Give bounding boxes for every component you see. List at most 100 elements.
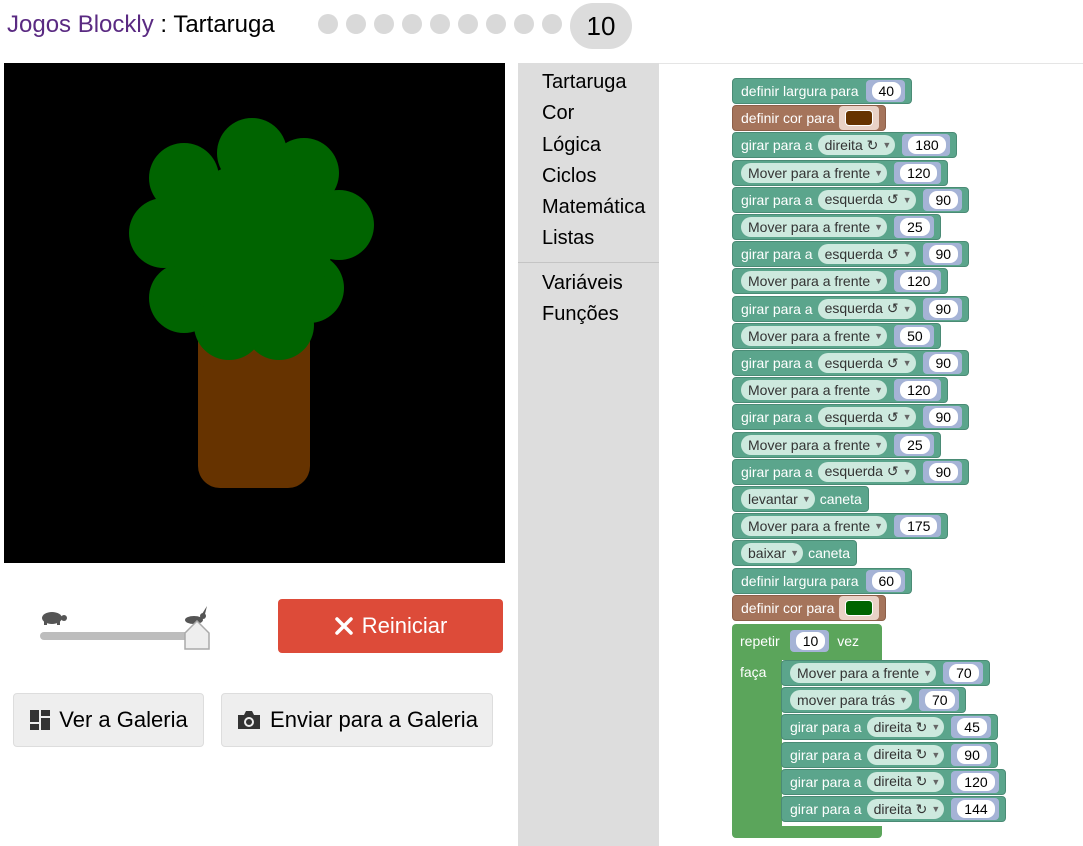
number-input-block[interactable]: 90 (922, 352, 963, 374)
toolbox-category[interactable]: Tartaruga (542, 71, 627, 94)
number-input-block[interactable]: 40 (865, 80, 906, 102)
block-width[interactable]: definir largura para 40 (732, 78, 913, 104)
reset-button[interactable]: Reiniciar (278, 599, 503, 653)
toolbox-category[interactable]: Matemática (542, 196, 645, 219)
dropdown-field[interactable]: direita ↻ ▼ (866, 717, 945, 738)
number-input-block[interactable]: 90 (922, 297, 963, 320)
block-turn[interactable]: girar para a esquerda ↺ ▼ 90 (732, 350, 970, 376)
level-dot[interactable] (458, 14, 478, 34)
number-field[interactable]: 175 (900, 517, 938, 536)
number-field[interactable]: 120 (957, 772, 995, 791)
toolbox-category[interactable]: Ciclos (542, 165, 596, 188)
number-input-block[interactable]: 25 (894, 433, 934, 456)
dropdown-field[interactable]: esquerda ↺ ▼ (817, 189, 916, 210)
number-field[interactable]: 90 (928, 245, 959, 264)
speed-track[interactable] (40, 632, 198, 640)
dropdown-field[interactable]: Mover para a frente ▼ (741, 380, 888, 401)
level-dot[interactable] (318, 14, 338, 34)
dropdown-field[interactable]: baixar ▼ (741, 543, 804, 564)
dropdown-field[interactable]: esquerda ↺ ▼ (817, 353, 916, 373)
color-swatch[interactable] (845, 110, 874, 127)
block-width[interactable]: definir largura para 60 (732, 567, 913, 594)
number-input-block[interactable]: 90 (922, 406, 963, 429)
number-field[interactable]: 120 (900, 272, 938, 291)
level-dot[interactable] (514, 14, 534, 34)
dropdown-field[interactable]: Mover para a frente ▼ (741, 516, 888, 537)
dropdown-field[interactable]: direita ↻ ▼ (866, 744, 945, 765)
toolbox-category[interactable]: Cor (542, 102, 574, 125)
number-field[interactable]: 90 (928, 408, 959, 427)
dropdown-field[interactable]: esquerda ↺ ▼ (817, 244, 916, 265)
number-field[interactable]: 10 (795, 632, 826, 650)
number-input-block[interactable]: 180 (902, 134, 950, 157)
number-field[interactable]: 45 (957, 718, 987, 737)
dropdown-field[interactable]: mover para trás ▼ (790, 690, 912, 711)
number-input-block[interactable]: 175 (894, 515, 942, 538)
block-move[interactable]: Mover para a frente ▼ 25 (732, 431, 941, 458)
block-move[interactable]: Mover para a frente ▼ 70 (781, 660, 990, 686)
block-move[interactable]: Mover para a frente ▼ 25 (732, 214, 941, 240)
dropdown-field[interactable]: Mover para a frente ▼ (741, 162, 888, 183)
level-dot[interactable] (346, 14, 366, 34)
number-field[interactable]: 25 (900, 435, 930, 454)
number-input-block[interactable]: 90 (951, 743, 991, 766)
number-input-block[interactable]: 50 (894, 324, 934, 347)
toolbox-category[interactable]: Funções (542, 303, 619, 326)
block-turn[interactable]: girar para a direita ↻ ▼ 120 (781, 768, 1006, 795)
number-input-block[interactable]: 144 (951, 798, 999, 820)
level-dot[interactable] (542, 14, 562, 34)
block-move[interactable]: Mover para a frente ▼ 120 (732, 268, 949, 295)
number-field[interactable]: 50 (900, 326, 930, 345)
blocks-workspace[interactable]: definir largura para 40 definir cor para gi… (659, 63, 1083, 846)
block-turn[interactable]: girar para a direita ↻ ▼ 180 (732, 132, 957, 159)
block-pen[interactable]: levantar ▼ caneta (732, 486, 869, 512)
block-move[interactable]: Mover para a frente ▼ 175 (732, 513, 949, 540)
level-dot[interactable] (374, 14, 394, 34)
speed-slider[interactable] (38, 602, 218, 650)
number-input-block[interactable]: 90 (922, 460, 963, 483)
number-field[interactable]: 90 (957, 745, 987, 764)
gallery-button[interactable]: Ver a Galeria (13, 693, 204, 747)
block-turn[interactable]: girar para a esquerda ↺ ▼ 90 (732, 295, 970, 322)
number-input-block[interactable]: 60 (865, 569, 906, 592)
dropdown-field[interactable]: direita ↻ ▼ (817, 135, 896, 156)
toolbox-category[interactable]: Listas (542, 227, 594, 250)
number-field[interactable]: 180 (908, 136, 946, 155)
number-field[interactable]: 120 (900, 163, 938, 182)
number-field[interactable]: 144 (957, 800, 995, 818)
number-field[interactable]: 70 (949, 664, 979, 682)
submit-to-gallery-button[interactable]: Enviar para a Galeria (221, 693, 493, 747)
number-input-block[interactable]: 70 (918, 689, 959, 712)
number-input-block[interactable]: 45 (951, 716, 991, 739)
block-move[interactable]: Mover para a frente ▼ 50 (732, 322, 941, 349)
block-pen[interactable]: baixar ▼ caneta (732, 540, 858, 567)
level-dot[interactable] (402, 14, 422, 34)
number-field[interactable]: 90 (928, 190, 959, 209)
number-input-block[interactable]: 120 (951, 770, 999, 793)
dropdown-field[interactable]: levantar ▼ (741, 489, 815, 509)
number-field[interactable]: 90 (928, 354, 959, 372)
block-color[interactable]: definir cor para (732, 594, 887, 621)
number-input-block[interactable]: 10 (789, 630, 830, 652)
toolbox-category[interactable]: Variáveis (542, 272, 623, 295)
number-input-block[interactable]: 120 (894, 379, 942, 402)
dropdown-field[interactable]: Mover para a frente ▼ (741, 325, 888, 346)
block-turn[interactable]: girar para a direita ↻ ▼ 144 (781, 796, 1006, 822)
block-color[interactable]: definir cor para (732, 105, 887, 132)
number-input-block[interactable]: 120 (894, 161, 942, 184)
number-input-block[interactable]: 90 (922, 243, 963, 266)
block-move[interactable]: Mover para a frente ▼ 120 (732, 377, 949, 404)
number-field[interactable]: 60 (871, 571, 902, 590)
color-swatch[interactable] (845, 599, 874, 616)
color-input-block[interactable] (839, 106, 880, 131)
number-field[interactable]: 90 (928, 462, 959, 481)
number-input-block[interactable]: 120 (894, 270, 942, 293)
color-input-block[interactable] (839, 595, 880, 620)
block-turn[interactable]: girar para a esquerda ↺ ▼ 90 (732, 241, 970, 268)
block-turn[interactable]: girar para a direita ↻ ▼ 90 (781, 741, 998, 768)
dropdown-field[interactable]: direita ↻ ▼ (866, 799, 945, 819)
number-field[interactable]: 25 (900, 218, 930, 236)
block-move[interactable]: Mover para a frente ▼ 120 (732, 159, 949, 186)
dropdown-field[interactable]: esquerda ↺ ▼ (817, 461, 916, 482)
level-dot[interactable] (486, 14, 506, 34)
